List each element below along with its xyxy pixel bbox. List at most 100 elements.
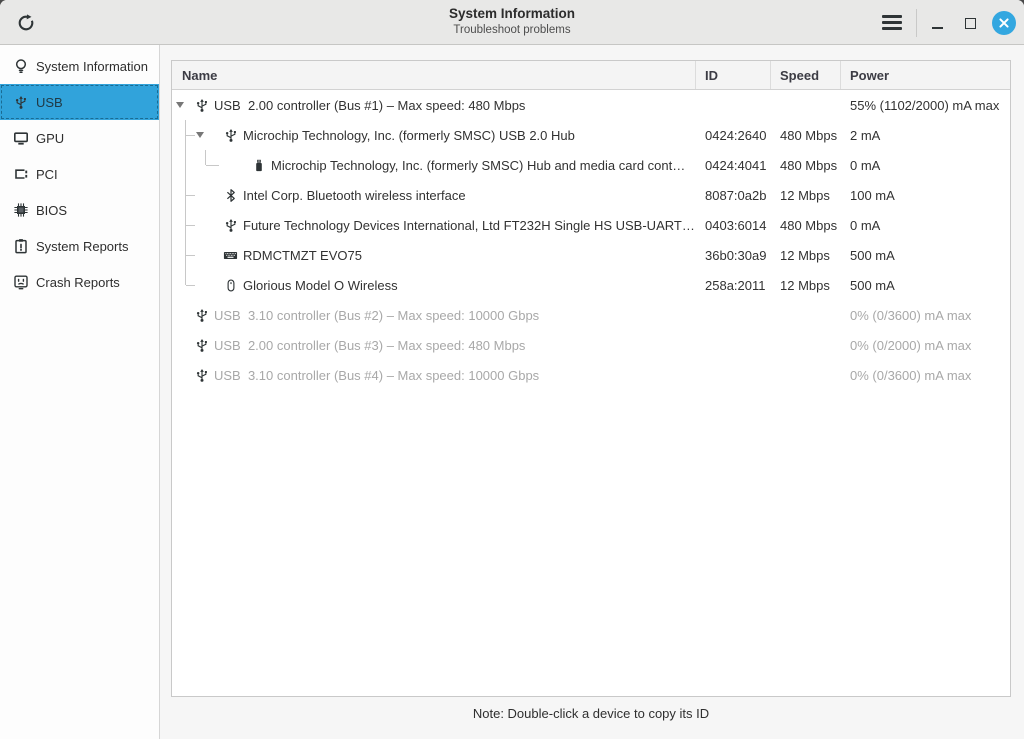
close-icon (998, 17, 1010, 29)
name-cell: Glorious Model O Wireless (172, 270, 696, 300)
window-subtitle: Troubleshoot problems (453, 24, 571, 36)
table-row[interactable]: Glorious Model O Wireless 258a:2011 12 M… (172, 270, 1010, 300)
monitor-icon (12, 130, 29, 147)
device-name: Glorious Model O Wireless (243, 277, 398, 293)
device-speed: 12 Mbps (780, 277, 830, 293)
clipboard-alert-icon (12, 238, 29, 255)
expander-arrow[interactable] (196, 132, 204, 138)
device-power: 500 mA (850, 277, 895, 293)
device-id: 0424:2640 (705, 127, 767, 143)
system-information-window: System Information Troubleshoot problems… (0, 0, 1024, 739)
sidebar-item-label: BIOS (36, 202, 68, 218)
column-header-power[interactable]: Power (841, 61, 1010, 89)
bluetooth-icon (223, 188, 238, 203)
device-name: USB 3.10 controller (Bus #4) – Max speed… (214, 367, 540, 383)
sidebar-item-pci[interactable]: PCI (0, 156, 159, 192)
usb-icon (194, 338, 209, 353)
menu-button[interactable] (877, 8, 907, 38)
device-power: 55% (1102/2000) mA max (850, 97, 1000, 113)
device-name: Microchip Technology, Inc. (formerly SMS… (271, 157, 686, 173)
expander-arrow[interactable] (176, 102, 184, 108)
sidebar-item-usb[interactable]: USB (0, 84, 159, 120)
titlebar-separator (916, 8, 917, 37)
sidebar-item-label: USB (36, 94, 63, 110)
table-row[interactable]: Microchip Technology, Inc. (formerly SMS… (172, 150, 1010, 180)
device-speed (771, 360, 841, 390)
device-table: Name ID Speed Power USB 2.00 controller … (171, 60, 1011, 697)
column-header-id[interactable]: ID (696, 61, 771, 89)
name-cell: USB 2.00 controller (Bus #1) – Max speed… (172, 90, 696, 120)
device-power: 0% (0/3600) mA max (850, 307, 972, 323)
tree-line (185, 150, 186, 180)
refresh-button[interactable] (13, 10, 39, 36)
sidebar-item-label: System Reports (36, 238, 129, 254)
tree-line (186, 195, 195, 196)
chip-icon (12, 202, 29, 219)
device-name: USB 3.10 controller (Bus #2) – Max speed… (214, 307, 540, 323)
flash-drive-icon (251, 158, 266, 173)
usb-icon (194, 308, 209, 323)
sidebar-item-system-information[interactable]: System Information (0, 48, 159, 84)
tree-line (186, 255, 195, 256)
table-row[interactable]: Intel Corp. Bluetooth wireless interface… (172, 180, 1010, 210)
tree-line (205, 150, 206, 165)
device-id: 0403:6014 (705, 217, 767, 233)
device-power: 0 mA (850, 217, 881, 233)
column-header-name[interactable]: Name (172, 61, 696, 89)
device-speed (771, 90, 841, 120)
pci-card-icon (12, 166, 29, 183)
device-speed: 480 Mbps (780, 127, 838, 143)
maximize-icon (965, 17, 976, 29)
name-cell: USB 3.10 controller (Bus #4) – Max speed… (172, 360, 696, 390)
usb-icon (194, 98, 209, 113)
sidebar-item-bios[interactable]: BIOS (0, 192, 159, 228)
device-name: Future Technology Devices International,… (243, 217, 695, 233)
sidebar-item-label: GPU (36, 130, 65, 146)
name-cell: RDMCTMZT EVO75 (172, 240, 696, 270)
column-header-speed[interactable]: Speed (771, 61, 841, 89)
minimize-icon (932, 26, 943, 29)
device-id: 8087:0a2b (705, 187, 767, 203)
crash-face-icon (12, 274, 29, 291)
sidebar-item-system-reports[interactable]: System Reports (0, 228, 159, 264)
device-power: 2 mA (850, 127, 881, 143)
usb-icon (223, 218, 238, 233)
device-speed: 12 Mbps (780, 187, 830, 203)
maximize-button[interactable] (959, 11, 983, 35)
table-row[interactable]: Microchip Technology, Inc. (formerly SMS… (172, 120, 1010, 150)
device-name: USB 2.00 controller (Bus #1) – Max speed… (214, 97, 526, 113)
device-speed (771, 330, 841, 360)
name-cell: Future Technology Devices International,… (172, 210, 696, 240)
device-name: Intel Corp. Bluetooth wireless interface (243, 187, 466, 203)
content-area: Name ID Speed Power USB 2.00 controller … (160, 45, 1024, 739)
table-header: Name ID Speed Power (172, 61, 1010, 90)
table-row[interactable]: RDMCTMZT EVO75 36b0:30a9 12 Mbps 500 mA (172, 240, 1010, 270)
device-id (696, 330, 771, 360)
device-name: RDMCTMZT EVO75 (243, 247, 362, 263)
tree-line (185, 270, 186, 285)
sidebar: System Information USB GPU PCI BIOS Syst… (0, 45, 160, 739)
table-row[interactable]: USB 2.00 controller (Bus #1) – Max speed… (172, 90, 1010, 120)
sidebar-item-crash-reports[interactable]: Crash Reports (0, 264, 159, 300)
minimize-button[interactable] (926, 11, 950, 35)
tree-line (186, 285, 195, 286)
device-speed (771, 300, 841, 330)
table-row[interactable]: USB 3.10 controller (Bus #2) – Max speed… (172, 300, 1010, 330)
device-power: 0% (0/2000) mA max (850, 337, 972, 353)
device-speed: 12 Mbps (780, 247, 830, 263)
device-speed: 480 Mbps (780, 217, 838, 233)
usb-icon (223, 128, 238, 143)
sidebar-item-gpu[interactable]: GPU (0, 120, 159, 156)
table-row[interactable]: USB 3.10 controller (Bus #4) – Max speed… (172, 360, 1010, 390)
footer-note: Note: Double-click a device to copy its … (472, 706, 710, 721)
sidebar-item-label: Crash Reports (36, 274, 120, 290)
sidebar-item-label: System Information (36, 58, 148, 74)
table-row[interactable]: USB 2.00 controller (Bus #3) – Max speed… (172, 330, 1010, 360)
window-title: System Information (448, 6, 576, 21)
device-power: 0% (0/3600) mA max (850, 367, 972, 383)
device-id: 0424:4041 (705, 157, 767, 173)
device-id (696, 90, 771, 120)
close-button[interactable] (992, 10, 1016, 35)
device-speed: 480 Mbps (780, 157, 838, 173)
table-row[interactable]: Future Technology Devices International,… (172, 210, 1010, 240)
